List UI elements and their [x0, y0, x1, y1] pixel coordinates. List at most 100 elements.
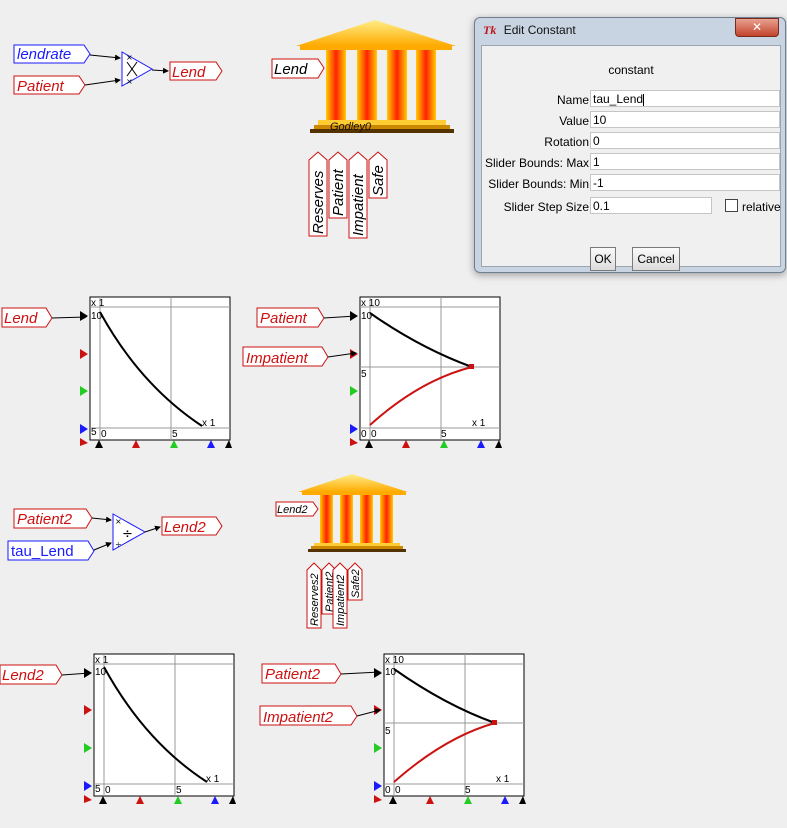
svg-text:Impatient: Impatient [246, 350, 309, 367]
svg-text:0: 0 [371, 429, 377, 440]
svg-text:5: 5 [385, 726, 391, 737]
svg-text:÷: ÷ [115, 540, 122, 549]
svg-text:10: 10 [361, 311, 373, 322]
svg-text:0: 0 [105, 785, 111, 796]
dialog-body: constant Name tau_Lend Value 10 Rotation… [481, 45, 781, 271]
svg-text:Patient: Patient [330, 168, 347, 216]
svg-text:0: 0 [395, 785, 401, 796]
svg-text:Lend2: Lend2 [164, 519, 206, 536]
variable-lend[interactable]: Lend [169, 61, 223, 81]
godley-2-input-lend2[interactable]: Lend2 [275, 501, 319, 517]
svg-text:Impatient: Impatient [350, 173, 367, 236]
value-field[interactable]: 10 [590, 111, 780, 128]
svg-text:x 10: x 10 [385, 655, 404, 666]
svg-text:Patient: Patient [17, 78, 65, 95]
plot-3[interactable]: x 1 10 5 0 5 x 1 [84, 653, 236, 804]
godley-2-stock-safe2[interactable]: Safe2 [347, 562, 363, 601]
variable-lend2[interactable]: Lend2 [161, 516, 223, 536]
svg-text:10: 10 [95, 667, 107, 678]
slider-min-field[interactable]: -1 [590, 174, 780, 191]
godley-1-stock-reserves[interactable]: Reserves [308, 151, 328, 237]
svg-text:×: × [126, 53, 133, 62]
cancel-button[interactable]: Cancel [632, 247, 680, 271]
svg-text:Safe2: Safe2 [350, 569, 362, 598]
dialog-titlebar[interactable]: Tk Edit Constant [483, 23, 576, 43]
godley-table-1[interactable]: Godley0 [296, 20, 456, 133]
svg-text:x 1: x 1 [206, 774, 220, 785]
svg-text:x 1: x 1 [496, 774, 510, 785]
godley-1-stock-impatient[interactable]: Impatient [348, 151, 368, 239]
svg-text:x 10: x 10 [361, 298, 380, 309]
plot-3-input-lend2[interactable]: Lend2 [0, 664, 63, 685]
dialog-title: Edit Constant [503, 23, 576, 37]
plot-1[interactable]: x 1 10 5 0 5 x 1 [80, 296, 232, 448]
dialog-heading: constant [608, 63, 654, 77]
svg-text:÷: ÷ [122, 527, 133, 542]
plot-2[interactable]: x 10 10 5 0 0 5 x 1 [350, 296, 502, 448]
svg-text:Lend: Lend [274, 61, 308, 78]
svg-text:Impatient2: Impatient2 [335, 575, 347, 626]
plot-1-input-lend[interactable]: Lend [1, 307, 53, 328]
svg-text:Lend2: Lend2 [277, 504, 308, 516]
svg-text:Patient2: Patient2 [265, 666, 321, 683]
svg-text:Patient2: Patient2 [17, 511, 73, 528]
svg-text:×: × [115, 517, 122, 526]
svg-text:5: 5 [176, 785, 182, 796]
close-button[interactable]: ✕ [735, 18, 779, 37]
svg-text:5: 5 [441, 429, 447, 440]
tk-feather-icon: Tk [483, 23, 497, 37]
variable-tau-lend[interactable]: tau_Lend [7, 540, 95, 561]
svg-text:x 1: x 1 [95, 655, 109, 666]
rotation-field[interactable]: 0 [590, 132, 780, 149]
rotation-label: Rotation [544, 135, 589, 149]
godley-1-input-lend[interactable]: Lend [271, 58, 325, 79]
svg-text:x 1: x 1 [202, 418, 216, 429]
svg-text:Impatient2: Impatient2 [263, 709, 334, 726]
variable-lendrate[interactable]: lendrate [13, 44, 91, 64]
relative-label: relative [742, 200, 781, 214]
variable-patient[interactable]: Patient [13, 75, 86, 95]
godley-2-stock-impatient2[interactable]: Impatient2 [332, 562, 348, 629]
svg-text:×: × [126, 77, 133, 86]
slider-max-field[interactable]: 1 [590, 153, 780, 170]
edit-constant-dialog[interactable]: Tk Edit Constant ✕ constant Name tau_Len… [474, 17, 786, 273]
godley-1-stock-safe[interactable]: Safe [368, 151, 388, 199]
plot-4-input-patient2[interactable]: Patient2 [261, 663, 342, 684]
svg-text:5: 5 [91, 427, 97, 438]
close-icon: ✕ [751, 20, 763, 34]
plot-4-input-impatient2[interactable]: Impatient2 [259, 705, 358, 726]
plot-2-input-patient[interactable]: Patient [256, 307, 325, 328]
slider-max-label: Slider Bounds: Max [484, 156, 589, 170]
multiply-operator[interactable]: × × [121, 51, 154, 87]
slider-step-label: Slider Step Size [503, 200, 589, 214]
variable-patient2[interactable]: Patient2 [13, 508, 93, 529]
svg-text:Safe: Safe [370, 165, 387, 196]
slider-step-field[interactable]: 0.1 [590, 197, 712, 214]
svg-text:Lend: Lend [4, 310, 38, 327]
name-field[interactable]: tau_Lend [590, 90, 780, 107]
svg-text:x 1: x 1 [472, 418, 486, 429]
svg-text:10: 10 [91, 311, 103, 322]
relative-checkbox[interactable] [725, 199, 738, 212]
svg-text:Reserves2: Reserves2 [309, 573, 321, 626]
divide-operator[interactable]: ÷ × ÷ [112, 513, 147, 551]
godley-1-stock-patient[interactable]: Patient [328, 151, 348, 219]
godley-2-stock-reserves2[interactable]: Reserves2 [306, 562, 322, 629]
name-label: Name [556, 93, 589, 107]
svg-text:x 1: x 1 [91, 298, 105, 309]
svg-text:0: 0 [101, 429, 107, 440]
svg-text:lendrate: lendrate [17, 46, 71, 63]
ok-button[interactable]: OK [590, 247, 616, 271]
svg-text:5: 5 [95, 784, 101, 795]
svg-text:10: 10 [385, 667, 397, 678]
svg-text:0: 0 [361, 429, 367, 440]
svg-text:0: 0 [385, 785, 391, 796]
plot-2-input-impatient[interactable]: Impatient [242, 346, 329, 367]
svg-text:Patient: Patient [260, 310, 308, 327]
svg-text:5: 5 [172, 429, 178, 440]
svg-text:Lend: Lend [172, 64, 206, 81]
svg-text:5: 5 [465, 785, 471, 796]
slider-min-label: Slider Bounds: Min [488, 177, 589, 191]
plot-4[interactable]: x 10 10 5 0 0 5 x 1 [374, 653, 526, 804]
svg-text:Lend2: Lend2 [2, 667, 44, 684]
